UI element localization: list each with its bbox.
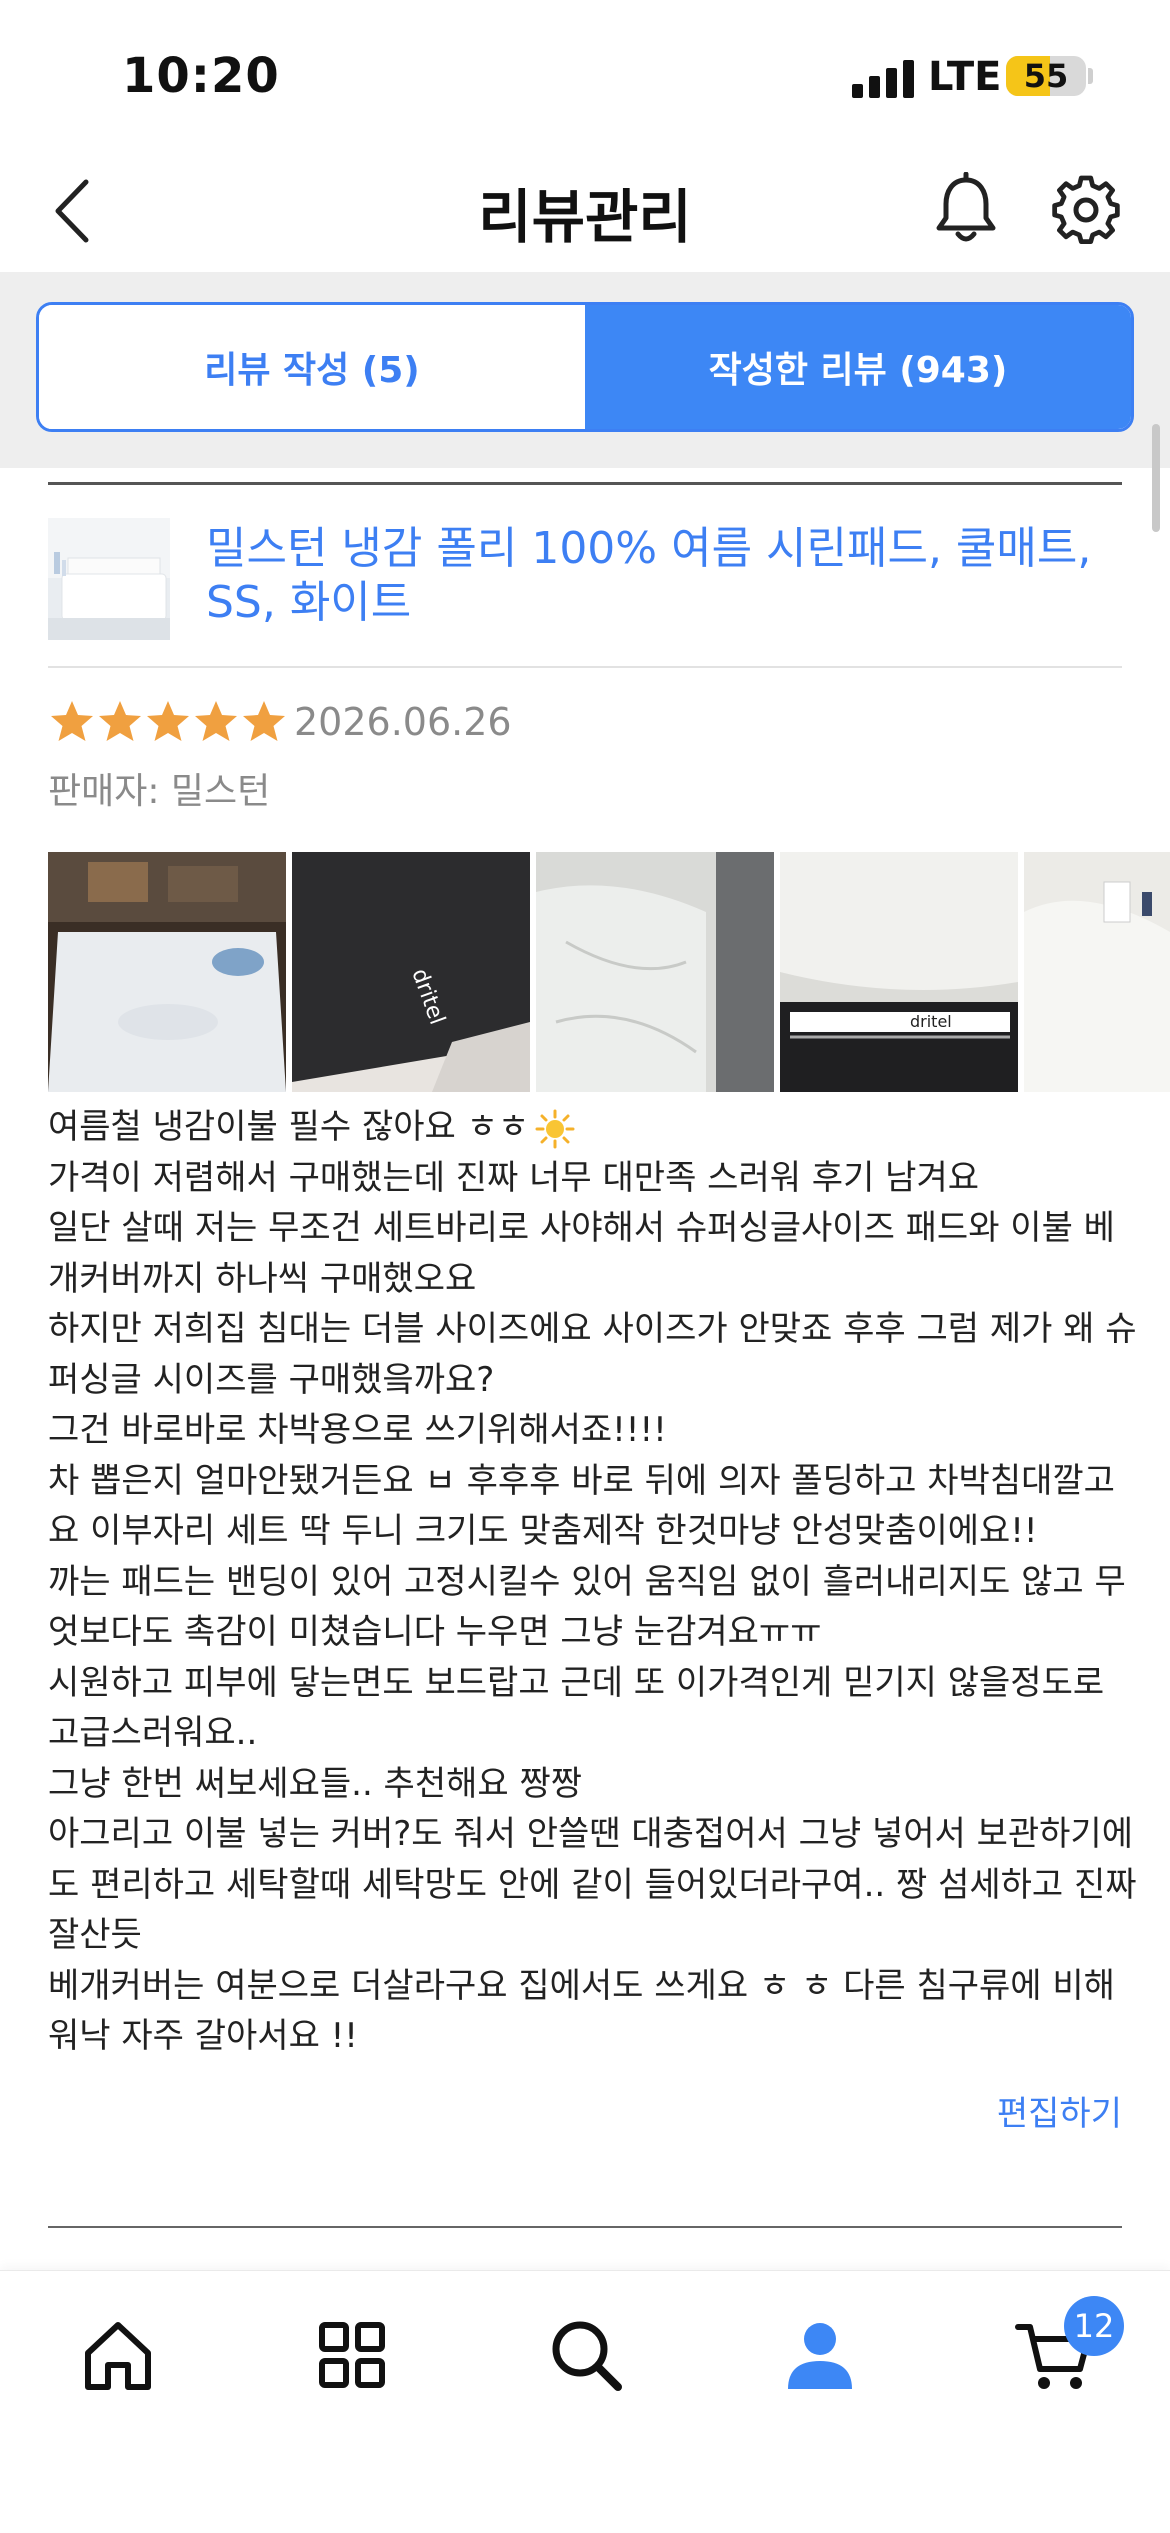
review-line: 베개커버는 여분으로 더살라구요 집에서도 쓰게요 ㅎ ㅎ 다른 침구류에 비해 (48, 1965, 1115, 2006)
review-photos[interactable]: dritel dritel (48, 852, 1170, 1092)
review-line: 일단 살때 저는 무조건 세트바리로 사야해서 슈퍼싱글사이즈 패드와 이불 베 (48, 1208, 1115, 1248)
review-line: 도 편리하고 세탁할때 세탁망도 안에 같이 들어있더라구여.. 짱 섬세하고 … (48, 1864, 1137, 1905)
review-line: 개커버까지 하나씩 구매했오요 (48, 1258, 477, 1299)
review-date: 2026.06.26 (294, 700, 512, 744)
gear-icon[interactable] (1050, 172, 1122, 248)
profile-icon[interactable] (780, 2315, 860, 2395)
status-bar: 10:20 LTE 55 (0, 0, 1170, 150)
product-name[interactable]: 밀스턴 냉감 폴리 100% 여름 시린패드, 쿨매트, SS, 화이트 (206, 522, 1106, 630)
edit-review-link[interactable]: 편집하기 (997, 2086, 1122, 2135)
star-icon (192, 698, 240, 754)
review-line: 요 이부자리 세트 딱 두니 크기도 맞춤제작 한것마냥 안성맞춤이에요!! (48, 1511, 1038, 1551)
review-line: 그냥 한번 써보세요들.. 추천해요 짱짱 (48, 1763, 583, 1804)
app-header: 리뷰관리 (0, 150, 1170, 272)
divider (48, 666, 1122, 668)
star-icon (96, 698, 144, 754)
review-line: 까는 패드는 밴딩이 있어 고정시킬수 있어 움직임 없이 흘러내리지도 않고 … (48, 1561, 1126, 1602)
product-name-line: 밀스턴 냉감 폴리 100% 여름 시린패드, 쿨매트, (206, 523, 1092, 574)
home-icon[interactable] (78, 2315, 158, 2395)
review-photo[interactable]: dritel (780, 852, 1018, 1092)
review-line: 아그리고 이불 넣는 커버?도 줘서 안쓸땐 대충접어서 그냥 넣어서 보관하기… (48, 1814, 1133, 1854)
review-line: 시원하고 피부에 닿는면도 보드랍고 근데 또 이가격인게 믿기지 않을정도로 (48, 1662, 1105, 1703)
rating-stars (48, 698, 288, 754)
bottom-nav (0, 2270, 1170, 2533)
status-time: 10:20 (122, 48, 280, 104)
review-photo[interactable] (48, 852, 286, 1092)
signal-icon (852, 58, 918, 98)
star-icon (48, 698, 96, 754)
review-text: 여름철 냉감이불 필수 잖아요 ㅎㅎ 가격이 저렴해서 구매했는데 진짜 너무 대… (48, 1102, 1137, 2062)
product-thumbnail[interactable] (48, 518, 170, 640)
divider (48, 482, 1122, 485)
review-photo[interactable] (1024, 852, 1170, 1092)
scrollbar[interactable] (1152, 424, 1160, 532)
star-icon (144, 698, 192, 754)
review-tabs: 리뷰 작성 (5) 작성한 리뷰 (943) (36, 302, 1134, 432)
review-photo[interactable] (536, 852, 774, 1092)
network-label: LTE (928, 54, 1002, 100)
categories-icon[interactable] (312, 2315, 392, 2395)
bell-icon[interactable] (930, 171, 1002, 248)
star-icon (240, 698, 288, 754)
search-icon[interactable] (546, 2315, 626, 2395)
review-line: 엇보다도 촉감이 미쳤습니다 누우면 그냥 눈감겨요ㅠㅠ (48, 1612, 822, 1652)
review-line: 하지만 저희집 침대는 더블 사이즈에요 사이즈가 안맞죠 후후 그럼 제가 왜… (48, 1309, 1137, 1349)
review-line: 가격이 저렴해서 구매했는데 진짜 너무 대만족 스러워 후기 남겨요 (48, 1157, 980, 1198)
review-line: 그건 바로바로 차박용으로 쓰기위해서죠!!!! (48, 1410, 667, 1450)
tab-bar: 리뷰 작성 (5) 작성한 리뷰 (943) (0, 272, 1170, 468)
tab-write-review[interactable]: 리뷰 작성 (5) (39, 305, 585, 429)
battery-icon: 55 (1006, 56, 1086, 96)
review-line: 여름철 냉감이불 필수 잖아요 ㅎㅎ (48, 1102, 1128, 1153)
product-name-line: SS, 화이트 (206, 577, 412, 628)
review-line: 차 뽑은지 얼마안됐거든요 ㅂ 후후후 바로 뒤에 의자 폴딩하고 차박침대깔고 (48, 1460, 1115, 1501)
review-line: 고급스러워요.. (48, 1713, 258, 1753)
sun-emoji-icon (535, 1109, 575, 1149)
tab-written-reviews[interactable]: 작성한 리뷰 (943) (585, 305, 1131, 429)
battery-level: 55 (1023, 57, 1069, 95)
review-line: 잘산듯 (48, 1915, 142, 1955)
divider (48, 2226, 1122, 2228)
cart-badge: 12 (1064, 2296, 1124, 2356)
battery-tip (1088, 68, 1093, 84)
review-photo[interactable]: dritel (292, 852, 530, 1092)
review-line: 퍼싱글 시이즈를 구매했읔까요? (48, 1359, 495, 1400)
review-line: 워낙 자주 갈아서요 !! (48, 2016, 358, 2056)
svg-text:dritel: dritel (910, 1012, 952, 1031)
seller-label: 판매자: 밀스턴 (48, 771, 271, 812)
